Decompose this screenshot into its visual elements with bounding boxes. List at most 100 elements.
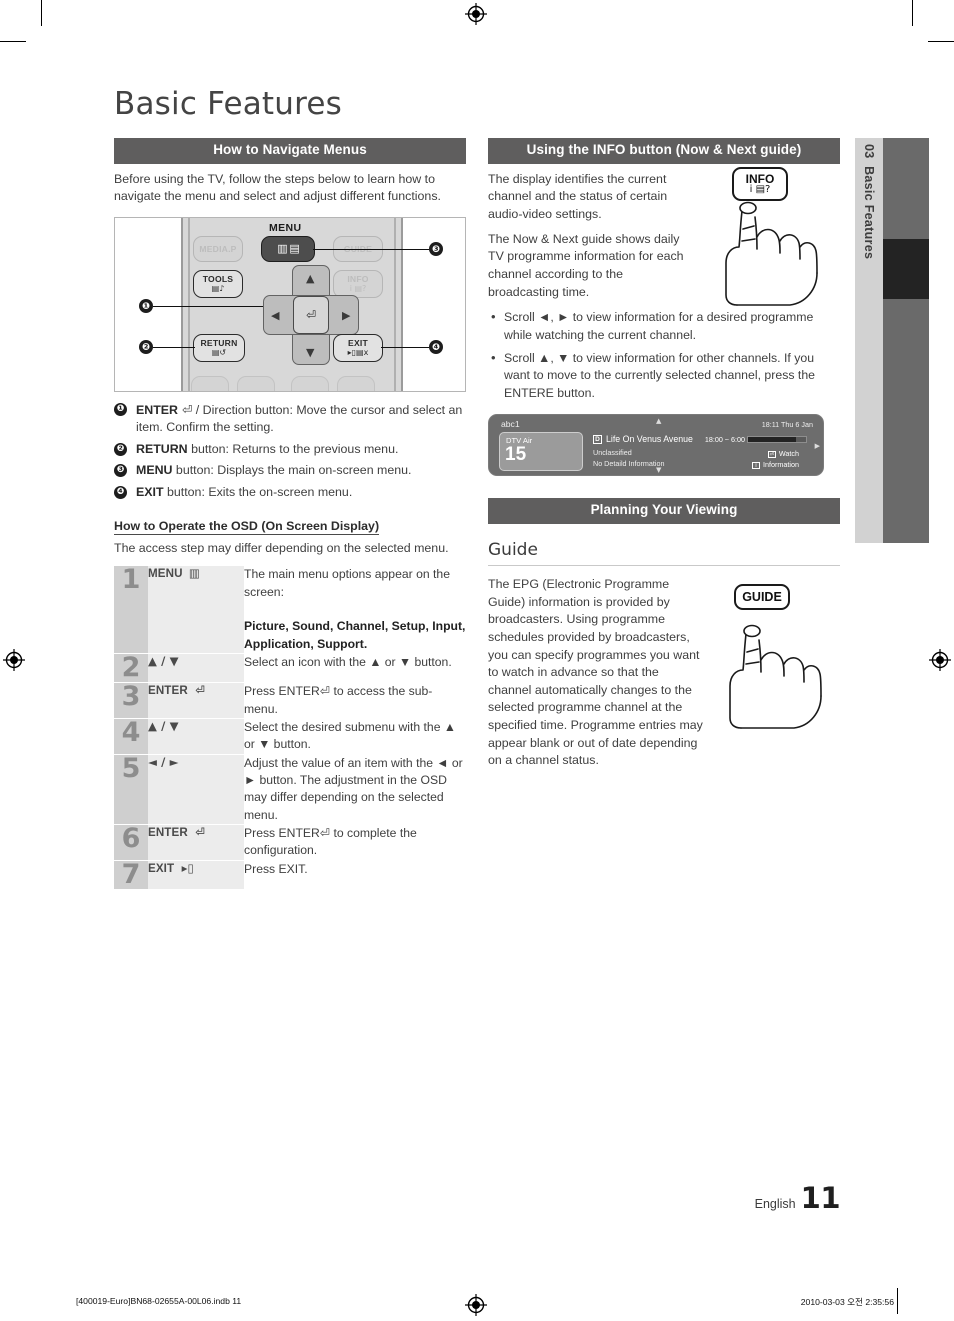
exit-icon: ▸▯ xyxy=(177,860,195,875)
footer-left: [400019-Euro]BN68-02655A-00L06.indb 11 xyxy=(76,1296,242,1306)
legend-item-4: ❹ EXIT button: Exits the on-screen menu. xyxy=(114,484,466,501)
footer-right: 2010-03-03 오전 2:35:56 xyxy=(800,1297,894,1307)
step-description-bold: Picture, Sound, Channel, Setup, Input, A… xyxy=(244,619,466,651)
registration-mark-bottom xyxy=(465,1294,487,1316)
table-row: 7 EXIT ▸▯ Press EXIT. xyxy=(114,860,466,890)
crop-mark-tr-v xyxy=(912,0,914,26)
callout-line-4 xyxy=(381,347,429,349)
remote-button-return-label: RETURN xyxy=(200,338,238,349)
side-tab-text: 03 Basic Features xyxy=(862,144,876,259)
osd-action-watch[interactable]: ⏎ Watch xyxy=(767,449,799,459)
remote-button-media-p[interactable]: MEDIA.P xyxy=(193,236,243,263)
step-description: Press ENTER⏎ to complete the configurati… xyxy=(244,824,466,861)
remote-button-info-callout[interactable]: INFO i ▤? xyxy=(732,166,788,201)
legend-text-2: button: Returns to the previous menu. xyxy=(187,441,399,456)
osd-channel-box: DTV Air 15 xyxy=(499,432,583,472)
info-button-text: The display identifies the current chann… xyxy=(488,171,688,301)
enter-icon[interactable]: ⏎ xyxy=(293,296,329,335)
step-description: Press ENTER⏎ to access the sub-menu. xyxy=(244,682,466,720)
legend-item-3: ❸ MENU button: Displays the main on-scre… xyxy=(114,462,466,479)
side-tab-active-block xyxy=(883,239,929,299)
crop-mark-tl-h xyxy=(0,41,26,43)
step-number: 1 xyxy=(114,566,148,655)
legend-text-4: button: Exits the on-screen menu. xyxy=(163,484,353,499)
legend-bullet-3: ❸ xyxy=(114,464,127,478)
scroll-right-icon[interactable]: ▶ xyxy=(815,442,820,450)
step-number: 2 xyxy=(114,653,148,684)
legend-term-2: RETURN xyxy=(136,441,188,456)
step-number: 5 xyxy=(114,754,148,826)
osd-action-watch-label: Watch xyxy=(778,449,799,459)
registration-mark-right xyxy=(929,649,951,671)
footer-rule xyxy=(897,1288,898,1314)
arrow-right-icon[interactable]: ▶ xyxy=(342,310,350,321)
step-key-label: ENTER xyxy=(148,826,188,840)
osd-programme-title-text: Life On Venus Avenue xyxy=(606,434,693,445)
remote-button-tools[interactable]: TOOLS ▤♪ xyxy=(193,270,243,299)
osd-rating: Unclassified xyxy=(593,448,632,458)
callout-line-3 xyxy=(313,249,429,251)
enter-icon: ⏎ xyxy=(178,402,193,418)
remote-button-color-c[interactable] xyxy=(291,376,329,392)
remote-button-exit[interactable]: EXIT ▸▯▤x xyxy=(333,334,383,363)
step-description: The main menu options appear on the scre… xyxy=(244,566,466,655)
remote-button-color-a[interactable] xyxy=(191,376,229,392)
table-row: 3 ENTER ⏎ Press ENTER⏎ to access the sub… xyxy=(114,682,466,720)
step-key-label: ENTER xyxy=(148,684,188,698)
osd-timespan: 18:00 ~ 6:00 xyxy=(704,435,745,445)
remote-button-color-b[interactable] xyxy=(237,376,275,392)
section-header-navigate-menus: How to Navigate Menus xyxy=(114,138,466,164)
tools-icon: ▤♪ xyxy=(211,283,225,293)
osd-detail: No Detaild Information xyxy=(593,459,665,469)
registration-mark-left xyxy=(3,649,25,671)
osd-action-information-label: Information xyxy=(763,460,799,470)
info-icon: i xyxy=(752,462,761,470)
section-header-planning-viewing: Planning Your Viewing xyxy=(488,498,840,525)
callout-number-1: ❶ xyxy=(139,299,153,314)
osd-note: The access step may differ depending on … xyxy=(114,540,449,555)
table-row: 5 ◄ / ► Adjust the value of an item with… xyxy=(114,754,466,826)
remote-button-guide-callout[interactable]: GUIDE xyxy=(734,584,790,611)
dolby-tag-icon: D xyxy=(593,435,602,445)
arrow-left-icon[interactable]: ◀ xyxy=(271,310,279,321)
side-tab-chapter: 03 xyxy=(862,144,876,159)
side-tab-title: Basic Features xyxy=(862,166,876,260)
crop-mark-tl-v xyxy=(41,0,43,26)
remote-button-exit-label: EXIT xyxy=(348,338,368,349)
arrow-up-icon[interactable]: ▲ xyxy=(306,273,314,284)
list-item: Scroll ◄, ► to view information for a de… xyxy=(488,308,840,344)
osd-progress-bar xyxy=(747,436,807,444)
remote-button-menu[interactable]: ▥ ▤ xyxy=(261,236,315,263)
legend-term-1: ENTER xyxy=(136,403,178,418)
scroll-up-icon[interactable]: ▲ xyxy=(656,417,661,425)
step-key: ENTER ⏎ xyxy=(148,824,244,861)
step-key: ENTER ⏎ xyxy=(148,682,244,720)
remote-button-media-p-label: MEDIA.P xyxy=(199,243,237,254)
return-icon: ▤↺ xyxy=(211,347,227,357)
remote-button-color-d[interactable] xyxy=(337,376,375,392)
step-key-label: EXIT xyxy=(148,861,175,875)
arrow-down-icon[interactable]: ▼ xyxy=(306,347,314,358)
step-description-lead: The main menu options appear on the scre… xyxy=(244,567,450,599)
step-key: ▲ / ▼ xyxy=(148,653,244,684)
legend-term-4: EXIT xyxy=(136,484,164,499)
page-language: English xyxy=(754,1197,796,1211)
section-header-info-button: Using the INFO button (Now & Next guide) xyxy=(488,138,840,164)
osd-steps-table: 1 MENU ▥ The main menu options appear on… xyxy=(114,566,466,890)
enter-icon: ⏎ xyxy=(191,825,206,840)
osd-channel-number: 15 xyxy=(505,444,527,466)
page-number: 11 xyxy=(800,1181,841,1215)
guide-callout-label: GUIDE xyxy=(742,589,782,604)
remote-control-diagram: MENU MEDIA.P ▥ ▤ GUIDE TOOLS ▤♪ INFO xyxy=(114,217,466,393)
osd-progress-fill xyxy=(748,437,796,443)
callout-number-2: ❷ xyxy=(139,340,153,355)
info-icon: i ▤? xyxy=(749,183,771,195)
guide-paragraph: The EPG (Electronic Programme Guide) inf… xyxy=(488,577,703,768)
remote-button-return[interactable]: RETURN ▤↺ xyxy=(193,334,245,363)
guide-hand-illustration xyxy=(714,600,844,730)
osd-action-information[interactable]: i Information xyxy=(752,460,799,470)
now-and-next-osd-mock: abc1 18:11 Thu 6 Jan ▲ ▼ ▶ DTV Air 15 DL… xyxy=(488,414,824,477)
step-key: ◄ / ► xyxy=(148,754,244,826)
page-number-block: English 11 xyxy=(754,1181,841,1215)
step-key: EXIT ▸▯ xyxy=(148,860,244,890)
